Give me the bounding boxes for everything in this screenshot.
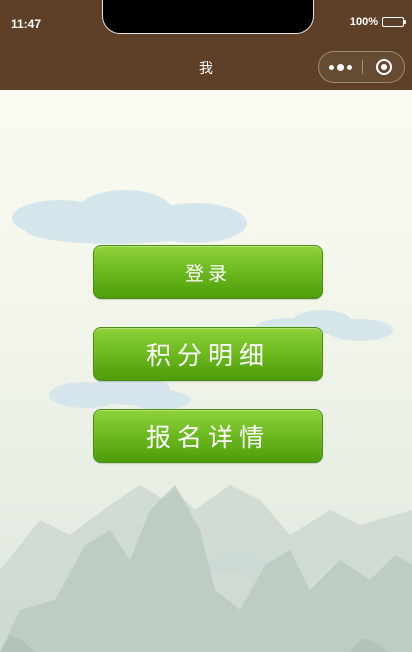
top-bar: 11:47 100% 我 [0, 0, 412, 90]
battery-percentage: 100% [349, 16, 378, 28]
mini-program-capsule [318, 51, 405, 83]
camera-notch [102, 0, 314, 34]
cloud-decoration [12, 190, 247, 244]
points-detail-button[interactable]: 积分明细 [93, 327, 323, 381]
status-time: 11:47 [11, 17, 42, 31]
close-target-icon[interactable] [363, 52, 405, 82]
signup-detail-button[interactable]: 报名详情 [93, 409, 323, 463]
more-options-icon[interactable] [319, 52, 362, 82]
battery-status: 100% [349, 16, 406, 28]
login-button[interactable]: 登录 [93, 245, 323, 299]
battery-icon [382, 17, 406, 27]
me-page: 11:47 100% 我 登录 积分明细 报名详情 [0, 0, 412, 652]
